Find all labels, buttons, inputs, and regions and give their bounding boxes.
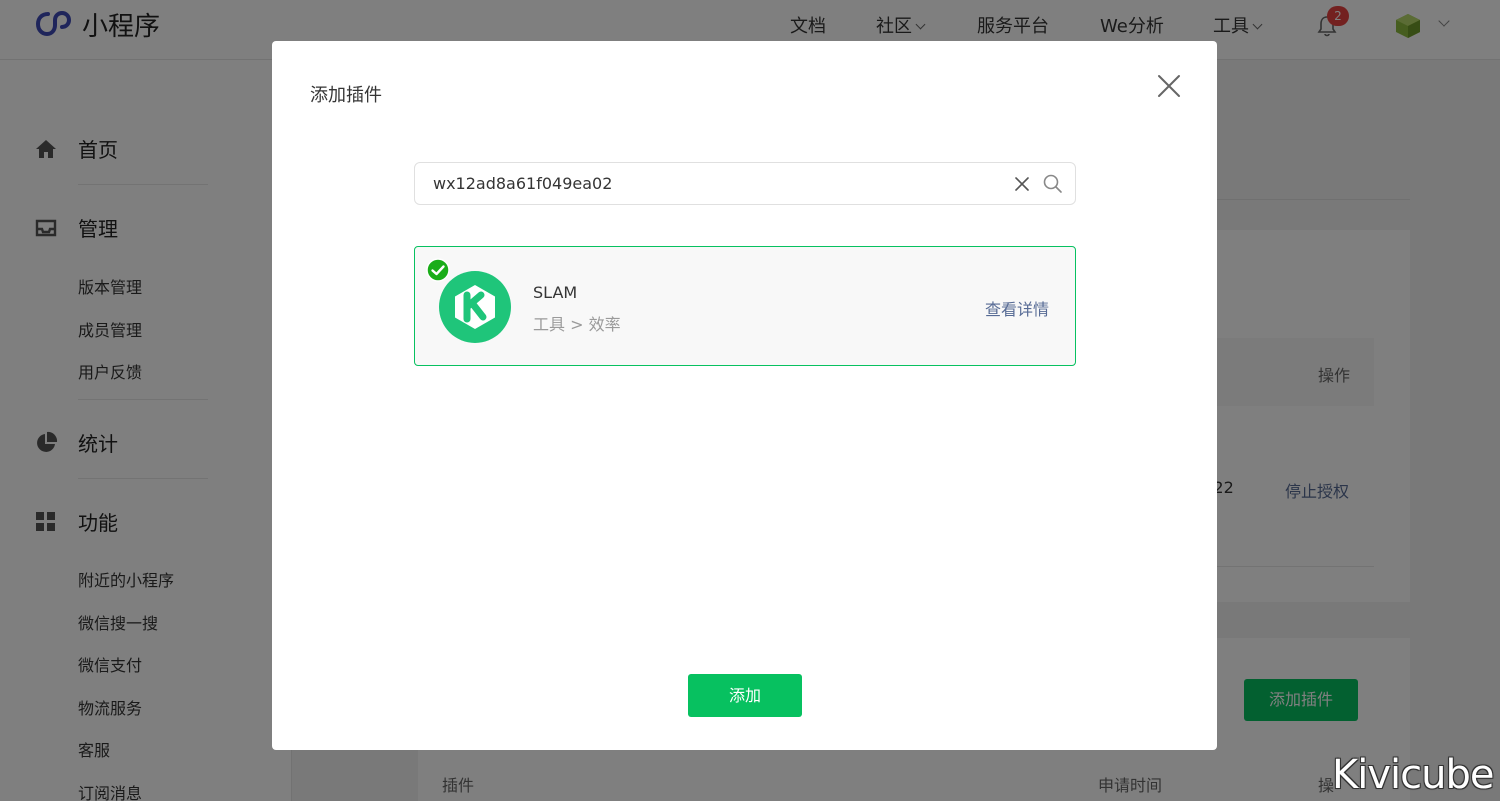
search-input[interactable]: [433, 163, 993, 204]
clear-icon[interactable]: [1012, 174, 1032, 194]
add-plugin-dialog: 添加插件 SLAM 工具 > 效率 查看详情 添加: [272, 41, 1217, 750]
dialog-title: 添加插件: [310, 85, 382, 106]
close-icon[interactable]: [1153, 70, 1185, 102]
view-details-link[interactable]: 查看详情: [985, 296, 1049, 320]
search-icon[interactable]: [1042, 173, 1064, 195]
watermark: Kivicube: [1332, 752, 1494, 798]
plugin-name: SLAM: [533, 283, 578, 302]
slam-plugin-logo-icon: [439, 271, 511, 343]
add-button[interactable]: 添加: [688, 674, 802, 717]
plugin-result-item[interactable]: SLAM 工具 > 效率 查看详情: [414, 246, 1076, 366]
plugin-category: 工具 > 效率: [533, 315, 621, 334]
plugin-search-box: [414, 162, 1076, 205]
